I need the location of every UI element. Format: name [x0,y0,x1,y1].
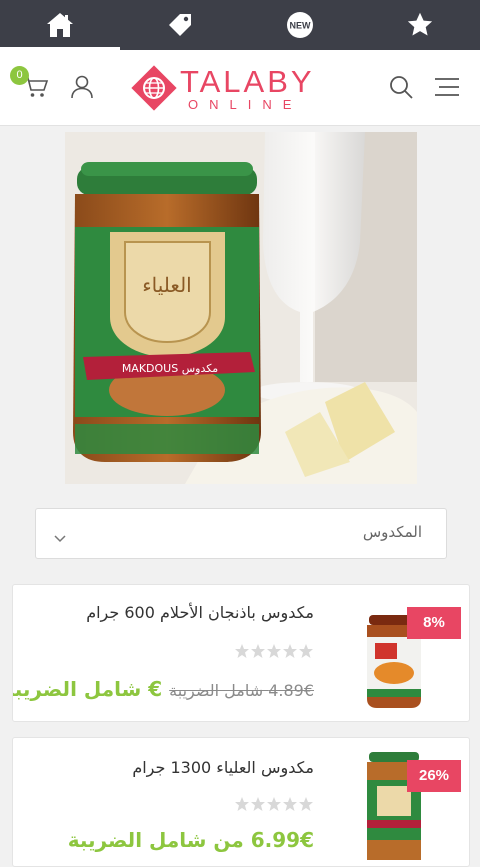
star-icon [235,644,313,658]
category-select-value: المكدوس [362,523,422,541]
product-card[interactable]: مكدوس العلياء 1300 جرام 6.99€ من شامل ال… [12,737,470,867]
menu-button[interactable] [432,74,462,104]
discount-badge: 8% [407,607,461,639]
hamburger-menu-icon [433,76,461,102]
svg-text:MAKDOUS مكدوس: MAKDOUS مكدوس [122,362,218,375]
logo-subtitle: ONLINE [188,97,303,112]
search-icon [388,74,414,104]
tab-new[interactable]: NEW [240,0,360,50]
star-icon [406,11,434,39]
product-card[interactable]: مكدوس باذنجان الأحلام 600 جرام 4.89€ شام… [12,584,470,722]
price-new: € شامل الضريبة [12,677,163,701]
makdous-jar-illustration: العلياء MAKDOUS مكدوس [65,132,417,484]
new-badge-icon: NEW [285,10,315,40]
tab-featured[interactable] [360,0,480,50]
price-old: 4.89€ شامل الضريبة [169,681,314,700]
product-price: 4.89€ شامل الضريبة € شامل الضريبة [12,677,314,701]
top-tab-bar: NEW [0,0,480,50]
svg-text:NEW: NEW [290,21,312,31]
category-select[interactable]: المكدوس [35,508,447,559]
search-button[interactable] [386,74,416,104]
rating-stars [234,643,314,659]
cart-count-badge: 0 [10,66,29,85]
tag-icon [166,11,194,39]
chevron-down-icon [54,528,66,547]
account-button[interactable] [67,74,97,104]
product-name[interactable]: مكدوس باذنجان الأحلام 600 جرام [86,603,314,622]
rating-stars [234,796,314,812]
logo-title: TALABY [180,64,315,99]
site-header: 0 TALABY ONLINE [0,50,480,126]
discount-badge: 26% [407,760,461,792]
svg-text:العلياء: العلياء [142,273,191,297]
tab-home[interactable] [0,0,120,50]
user-icon [69,74,95,104]
home-icon [45,11,75,39]
tab-offers[interactable] [120,0,240,50]
product-price: 6.99€ من شامل الضريبة [67,828,314,852]
product-name[interactable]: مكدوس العلياء 1300 جرام [132,758,314,777]
talaby-logo[interactable]: TALABY ONLINE [130,62,352,114]
category-hero-image: العلياء MAKDOUS مكدوس [65,132,417,484]
star-icon [235,797,313,811]
logo-globe-icon [131,65,177,111]
